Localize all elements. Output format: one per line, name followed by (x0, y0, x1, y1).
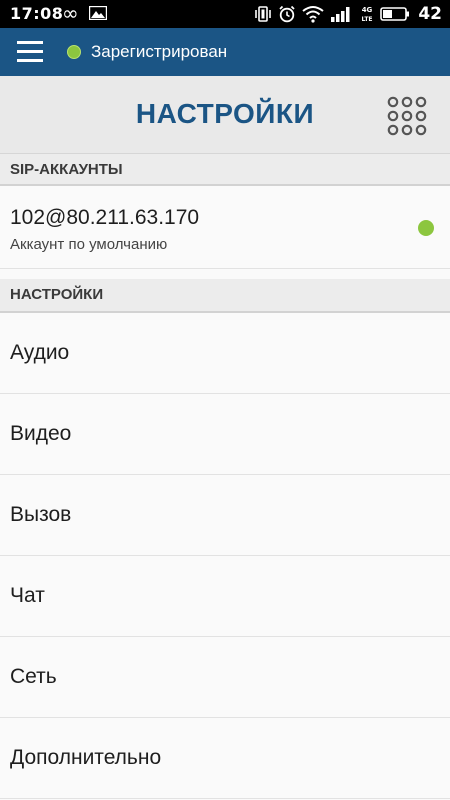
network-label-top: 4G (362, 6, 373, 14)
network-type-icon: 4G LTE (362, 6, 373, 23)
dialpad-icon[interactable] (387, 96, 427, 136)
infinity-icon: ∞ (62, 1, 79, 25)
settings-item-label: Аудио (10, 341, 70, 364)
sip-account-row[interactable]: 102@80.211.63.170 Аккаунт по умолчанию (0, 186, 450, 269)
settings-item-label: Вызов (10, 503, 72, 526)
account-name: 102@80.211.63.170 (10, 206, 200, 229)
settings-list: Аудио Видео Вызов Чат Сеть Дополнительно (0, 313, 450, 799)
settings-item-label: Видео (10, 422, 72, 445)
app-bar: Зарегистрирован (0, 28, 450, 76)
battery-level: 42 (418, 4, 442, 24)
settings-item-advanced[interactable]: Дополнительно (0, 718, 450, 799)
title-bar: НАСТРОЙКИ (0, 76, 450, 154)
page-title: НАСТРОЙКИ (135, 98, 315, 129)
settings-item-network[interactable]: Сеть (0, 637, 450, 718)
alarm-icon (279, 5, 295, 23)
account-status-icon (418, 220, 434, 236)
account-subtitle: Аккаунт по умолчанию (10, 236, 168, 253)
network-label-bottom: LTE (362, 16, 373, 23)
gallery-icon (89, 6, 107, 20)
settings-item-audio[interactable]: Аудио (0, 313, 450, 394)
settings-item-label: Дополнительно (10, 746, 162, 769)
vibrate-icon (255, 6, 272, 22)
wifi-icon (302, 6, 324, 23)
settings-header: НАСТРОЙКИ (0, 279, 450, 313)
sip-accounts-header-label: SIP-АККАУНТЫ (10, 161, 123, 178)
signal-icon (331, 7, 350, 22)
registration-status: Зарегистрирован (91, 42, 228, 61)
hamburger-menu-icon[interactable] (17, 41, 43, 63)
settings-item-chat[interactable]: Чат (0, 556, 450, 637)
settings-item-call[interactable]: Вызов (0, 475, 450, 556)
settings-item-video[interactable]: Видео (0, 394, 450, 475)
registration-status-icon (67, 45, 81, 59)
settings-item-label: Чат (10, 584, 45, 607)
battery-icon (380, 7, 410, 21)
status-bar: 17:08 ∞ 4G LTE 42 (0, 0, 450, 28)
settings-header-label: НАСТРОЙКИ (10, 286, 104, 303)
sip-accounts-header: SIP-АККАУНТЫ (0, 154, 450, 186)
status-time: 17:08 (10, 4, 64, 23)
status-icons: 4G LTE 42 (254, 0, 442, 28)
settings-item-label: Сеть (10, 665, 57, 688)
